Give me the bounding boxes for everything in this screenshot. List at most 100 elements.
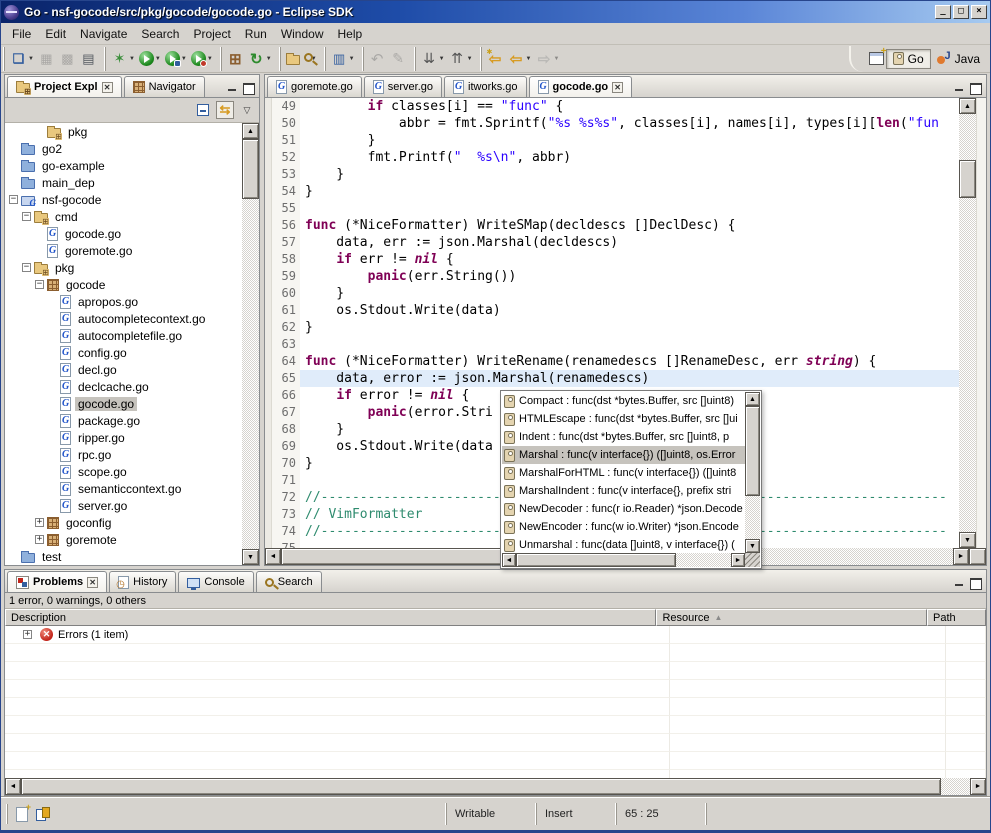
tree-item-pkg[interactable]: −pkg xyxy=(5,259,242,276)
explorer-minimize-button[interactable] xyxy=(226,82,239,93)
new-task-button[interactable]: ▼ xyxy=(329,49,357,68)
tree-item-autocompletefile-go[interactable]: autocompletefile.go xyxy=(5,327,242,344)
tree-item-cmd[interactable]: −cmd xyxy=(5,208,242,225)
tree-item-pkg[interactable]: pkg xyxy=(5,123,242,140)
explorer-vertical-scrollbar[interactable]: ▲ ▼ xyxy=(242,123,259,565)
scroll-right-arrow[interactable]: ► xyxy=(731,553,745,567)
scroll-right-arrow[interactable]: ► xyxy=(953,548,969,565)
editor-maximize-button[interactable] xyxy=(969,82,982,93)
problems-minimize-button[interactable] xyxy=(953,577,966,588)
scroll-right-arrow[interactable]: ► xyxy=(970,778,986,795)
tree-item-autocompletecontext-go[interactable]: autocompletecontext.go xyxy=(5,310,242,327)
expand-node-icon[interactable]: + xyxy=(35,535,44,544)
open-perspective-button[interactable] xyxy=(867,51,886,66)
scroll-thumb[interactable] xyxy=(242,139,259,199)
back-dropdown[interactable]: ▼ xyxy=(526,56,532,62)
expand-node-icon[interactable]: + xyxy=(23,630,32,639)
view-tab-history[interactable]: History xyxy=(109,571,176,592)
tree-item-gocode-go[interactable]: gocode.go xyxy=(5,225,242,242)
forward-button[interactable]: ▼ xyxy=(533,49,561,68)
tree-item-apropos-go[interactable]: apropos.go xyxy=(5,293,242,310)
menu-file[interactable]: File xyxy=(5,25,38,43)
view-tab-navigator[interactable]: Navigator xyxy=(124,76,205,97)
tree-item-config-go[interactable]: config.go xyxy=(5,344,242,361)
sync-view-icon[interactable] xyxy=(36,807,50,821)
completion-item[interactable]: Marshal : func(v interface{}) ([]uint8, … xyxy=(502,446,745,464)
view-tab-console[interactable]: Console xyxy=(178,571,253,592)
close-button[interactable]: × xyxy=(971,5,987,19)
completion-item[interactable]: NewDecoder : func(r io.Reader) *json.Dec… xyxy=(502,500,745,518)
scroll-thumb[interactable] xyxy=(516,553,676,567)
menu-run[interactable]: Run xyxy=(238,25,274,43)
tree-item-goconfig[interactable]: +goconfig xyxy=(5,514,242,531)
tree-item-ripper-go[interactable]: ripper.go xyxy=(5,429,242,446)
save-all-button[interactable] xyxy=(57,49,78,68)
redo-button[interactable] xyxy=(388,49,409,68)
editor-tab-gocode-go[interactable]: gocode.go✕ xyxy=(529,76,633,97)
problems-maximize-button[interactable] xyxy=(969,577,982,588)
collapse-node-icon[interactable]: − xyxy=(22,263,31,272)
view-tab-problems[interactable]: Problems✕ xyxy=(7,571,107,592)
completion-item[interactable]: Indent : func(dst *bytes.Buffer, src []u… xyxy=(502,428,745,446)
previous-annotation-button[interactable]: ▼ xyxy=(447,49,475,68)
last-edit-location-button[interactable] xyxy=(485,49,506,68)
debug-button[interactable]: ▼ xyxy=(109,49,137,68)
tree-item-test[interactable]: test xyxy=(5,548,242,565)
new-go-app-button[interactable]: ▼ xyxy=(246,49,274,68)
print-button[interactable] xyxy=(78,49,99,68)
tree-item-goremote-go[interactable]: goremote.go xyxy=(5,242,242,259)
close-editor-icon[interactable]: ✕ xyxy=(612,82,623,93)
tree-item-scope-go[interactable]: scope.go xyxy=(5,463,242,480)
run-last-dropdown[interactable]: ▼ xyxy=(181,56,187,62)
maximize-button[interactable]: □ xyxy=(953,5,969,19)
new-wizard-button[interactable]: ▼ xyxy=(8,49,36,68)
tree-item-go2[interactable]: go2 xyxy=(5,140,242,157)
menu-window[interactable]: Window xyxy=(274,25,331,43)
scroll-up-arrow[interactable]: ▲ xyxy=(959,98,976,114)
completion-item[interactable]: MarshalForHTML : func(v interface{}) ([]… xyxy=(502,464,745,482)
collapse-node-icon[interactable]: − xyxy=(35,280,44,289)
tree-item-nsf-gocode[interactable]: −nsf-gocode xyxy=(5,191,242,208)
completion-item[interactable]: NewEncoder : func(w io.Writer) *json.Enc… xyxy=(502,518,745,536)
editor-vertical-scrollbar[interactable]: ▲ ▼ xyxy=(959,98,976,548)
tree-item-semanticcontext-go[interactable]: semanticcontext.go xyxy=(5,480,242,497)
completion-item[interactable]: Compact : func(dst *bytes.Buffer, src []… xyxy=(502,392,745,410)
title-bar[interactable]: Go - nsf-gocode/src/pkg/gocode/gocode.go… xyxy=(1,1,990,23)
tree-item-gocode-go[interactable]: gocode.go xyxy=(5,395,242,412)
external-tools-button[interactable]: ▼ xyxy=(189,50,215,67)
new-go-package-button[interactable] xyxy=(225,49,246,68)
menu-search[interactable]: Search xyxy=(134,25,186,43)
tree-item-gocode[interactable]: −gocode xyxy=(5,276,242,293)
run-last-button[interactable]: ▼ xyxy=(163,50,189,67)
scroll-thumb[interactable] xyxy=(21,778,941,795)
next-annotation-button[interactable]: ▼ xyxy=(419,49,447,68)
scroll-thumb[interactable] xyxy=(959,160,976,198)
menu-navigate[interactable]: Navigate xyxy=(73,25,134,43)
close-view-icon[interactable]: ✕ xyxy=(87,577,98,588)
view-tab-search[interactable]: Search xyxy=(256,571,322,592)
tree-item-main_dep[interactable]: main_dep xyxy=(5,174,242,191)
open-resource-button[interactable] xyxy=(284,51,302,66)
link-with-editor-button[interactable]: ⇆ xyxy=(216,101,234,119)
completion-item[interactable]: Unmarshal : func(data []uint8, v interfa… xyxy=(502,536,745,553)
previous-annotation-dropdown[interactable]: ▼ xyxy=(467,56,473,62)
minimize-button[interactable]: _ xyxy=(935,5,951,19)
problems-row-errors[interactable]: +✕Errors (1 item) xyxy=(5,626,986,644)
scroll-down-arrow[interactable]: ▼ xyxy=(959,532,976,548)
scroll-thumb[interactable] xyxy=(745,406,760,496)
tree-item-server-go[interactable]: server.go xyxy=(5,497,242,514)
back-button[interactable]: ▼ xyxy=(506,49,534,68)
tree-item-decl-go[interactable]: decl.go xyxy=(5,361,242,378)
tree-item-package-go[interactable]: package.go xyxy=(5,412,242,429)
forward-dropdown[interactable]: ▼ xyxy=(553,56,559,62)
scroll-up-arrow[interactable]: ▲ xyxy=(745,392,760,406)
scroll-down-arrow[interactable]: ▼ xyxy=(242,549,259,565)
tree-item-rpc-go[interactable]: rpc.go xyxy=(5,446,242,463)
explorer-maximize-button[interactable] xyxy=(242,82,255,93)
completion-item[interactable]: MarshalIndent : func(v interface{}, pref… xyxy=(502,482,745,500)
debug-dropdown[interactable]: ▼ xyxy=(129,56,135,62)
collapse-node-icon[interactable]: − xyxy=(22,212,31,221)
new-go-app-dropdown[interactable]: ▼ xyxy=(266,56,272,62)
popup-horizontal-scrollbar[interactable]: ◄ ► xyxy=(502,553,745,567)
scroll-left-arrow[interactable]: ◄ xyxy=(502,553,516,567)
